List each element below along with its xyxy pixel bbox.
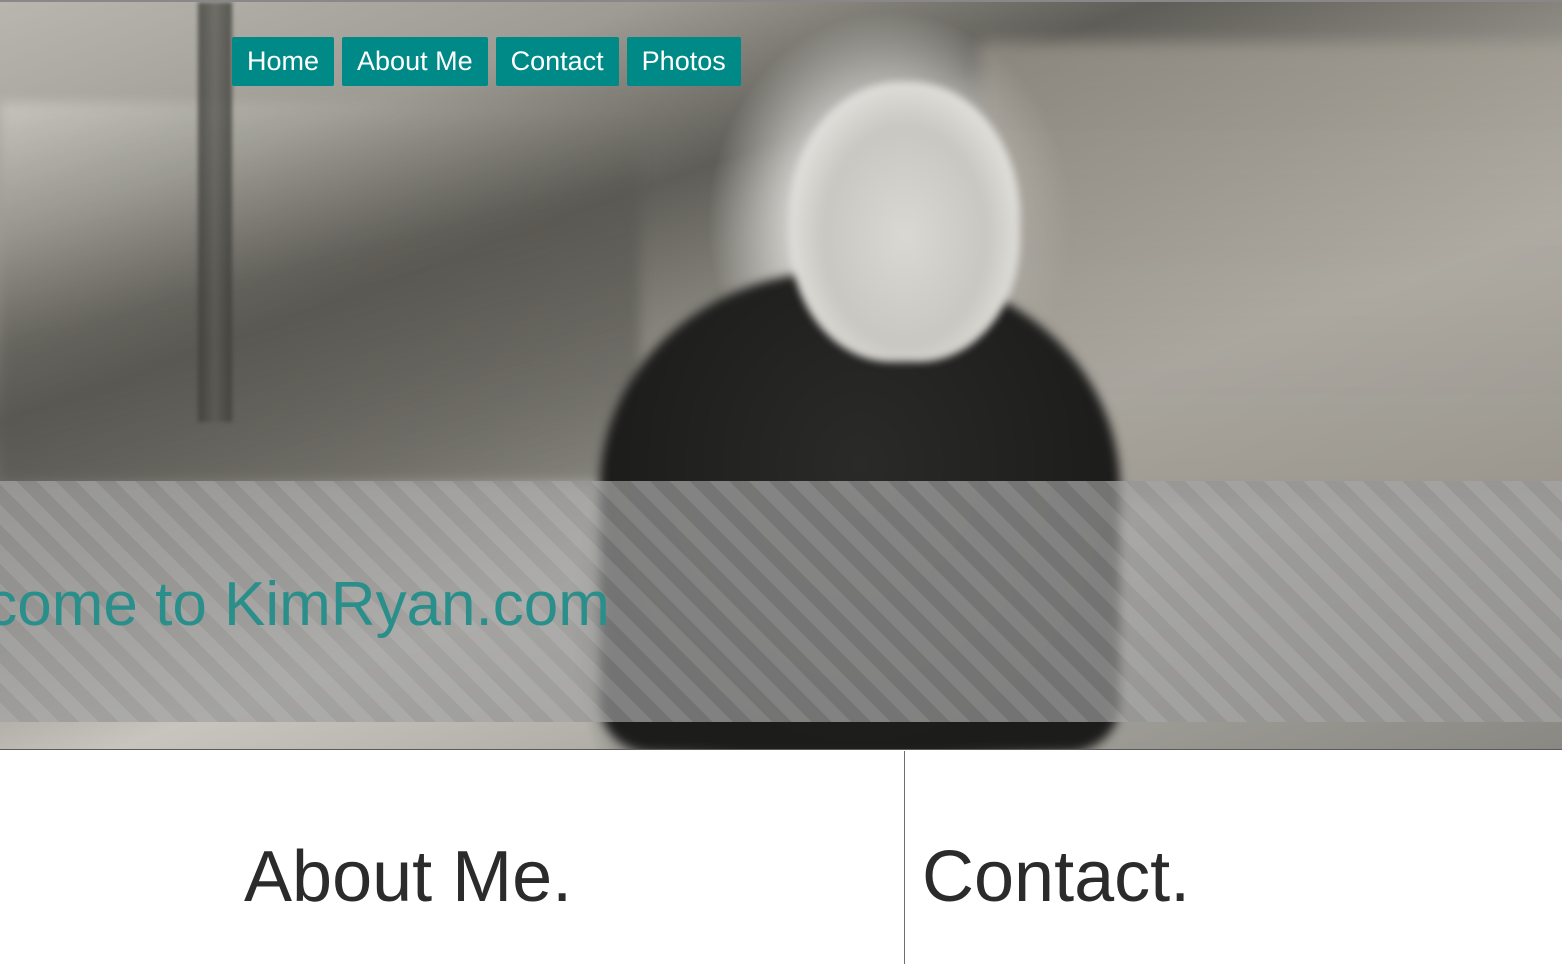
nav-contact-button[interactable]: Contact: [495, 37, 619, 86]
about-heading: About Me.: [244, 837, 573, 917]
nav-about-me-button[interactable]: About Me: [342, 37, 488, 86]
hero-photo-child-head: [790, 82, 1020, 362]
contact-section: Contact.: [906, 751, 1562, 964]
welcome-banner: elcome to KimRyan.com: [0, 481, 1562, 722]
nav-photos-button[interactable]: Photos: [626, 37, 741, 86]
main-nav: Home About Me Contact Photos: [232, 37, 741, 86]
hero-photo-tree: [198, 2, 232, 422]
hero-photo: Home About Me Contact Photos elcome to K…: [0, 0, 1562, 750]
about-section: About Me.: [0, 751, 905, 964]
hero-photo-ground: [0, 102, 640, 482]
nav-home-button[interactable]: Home: [232, 37, 335, 86]
contact-heading: Contact.: [922, 837, 1191, 917]
welcome-text: elcome to KimRyan.com: [0, 570, 610, 639]
